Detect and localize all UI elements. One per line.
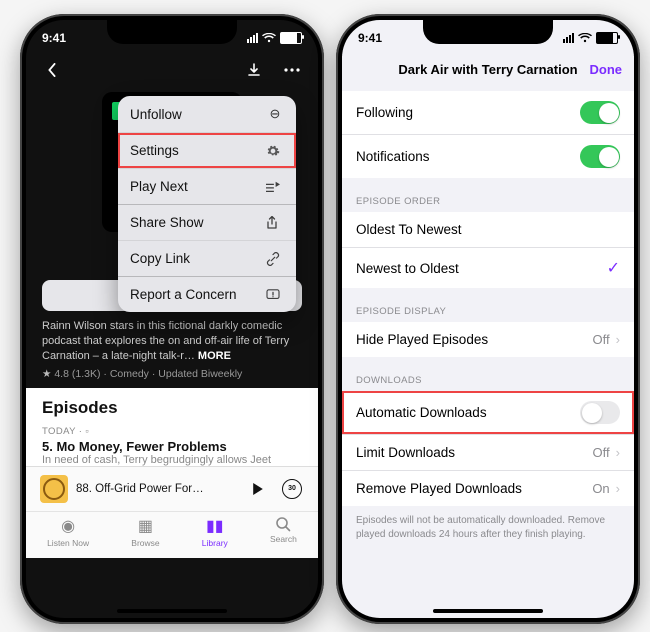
row-oldest-to-newest[interactable]: Oldest To Newest [342,212,634,248]
header-episode-display: EPISODE DISPLAY [342,292,634,322]
status-icons [247,32,302,44]
wifi-icon [578,33,592,43]
checkmark-icon: ✓ [607,258,620,278]
show-meta: ★ 4.8 (1.3K) · Comedy · Updated Biweekly [26,364,318,388]
tab-search[interactable]: Search [270,516,297,548]
more-icon[interactable] [280,58,304,82]
row-limit-downloads[interactable]: Limit Downloads Off› [342,435,634,471]
play-circle-icon: ◉ [61,516,75,536]
row-newest-to-oldest[interactable]: Newest to Oldest ✓ [342,248,634,288]
battery-icon [596,32,618,44]
report-icon [266,289,284,301]
episodes-header: Episodes [42,398,302,418]
menu-report[interactable]: Report a Concern [118,277,296,312]
search-icon [275,516,291,532]
play-next-icon [266,181,284,193]
notifications-toggle[interactable] [580,145,620,168]
chevron-right-icon: › [616,481,620,496]
row-following[interactable]: Following [342,91,634,135]
now-playing-title: 88. Off-Grid Power For… [76,483,244,495]
header-episode-order: EPISODE ORDER [342,182,634,212]
show-description: Rainn Wilson stars in this fictional dar… [26,319,318,364]
play-control-icon[interactable] [252,483,274,495]
status-icons [563,32,618,44]
tab-library[interactable]: ▮▮Library [202,516,228,548]
automatic-downloads-toggle[interactable] [580,401,620,424]
link-icon [266,252,284,266]
menu-copy-link[interactable]: Copy Link [118,241,296,277]
episode-date: TODAY · ▫ [42,426,302,437]
unfollow-icon: ⊖ [266,106,284,122]
context-menu: Unfollow ⊖ Settings Play Next Share Show [118,96,296,312]
wifi-icon [262,33,276,43]
library-icon: ▮▮ [206,516,224,536]
header-downloads: DOWNLOADS [342,361,634,391]
battery-icon [280,32,302,44]
done-button[interactable]: Done [590,62,623,77]
skip-forward-icon[interactable]: 30 [282,479,304,499]
menu-play-next[interactable]: Play Next [118,169,296,205]
tab-bar: ◉Listen Now ▦Browse ▮▮Library Search [26,511,318,558]
row-remove-played-downloads[interactable]: Remove Played Downloads On› [342,471,634,506]
row-hide-played[interactable]: Hide Played Episodes Off› [342,322,634,357]
episode-title[interactable]: 5. Mo Money, Fewer Problems [42,439,302,454]
status-time: 9:41 [358,31,382,45]
download-icon[interactable] [242,58,266,82]
status-time: 9:41 [42,31,66,45]
chevron-right-icon: › [616,332,620,347]
menu-share-show[interactable]: Share Show [118,205,296,241]
now-playing-bar[interactable]: 88. Off-Grid Power For… 30 [26,466,318,511]
row-notifications[interactable]: Notifications [342,135,634,178]
share-icon [266,216,284,230]
home-indicator[interactable] [117,609,227,613]
grid-icon: ▦ [138,516,153,536]
chevron-right-icon: › [616,445,620,460]
more-link[interactable]: MORE [198,350,231,362]
back-icon[interactable] [40,58,64,82]
tab-browse[interactable]: ▦Browse [131,516,159,548]
now-playing-artwork [40,475,68,503]
menu-unfollow[interactable]: Unfollow ⊖ [118,96,296,133]
home-indicator[interactable] [433,609,543,613]
tab-listen-now[interactable]: ◉Listen Now [47,516,89,548]
settings-title: Dark Air with Terry Carnation [398,62,577,77]
row-automatic-downloads[interactable]: Automatic Downloads [342,391,634,435]
following-toggle[interactable] [580,101,620,124]
menu-settings[interactable]: Settings [118,133,296,169]
downloads-footnote: Episodes will not be automatically downl… [342,506,634,549]
episode-subtitle: In need of cash, Terry begrudgingly allo… [42,454,302,466]
gear-icon [266,144,284,158]
